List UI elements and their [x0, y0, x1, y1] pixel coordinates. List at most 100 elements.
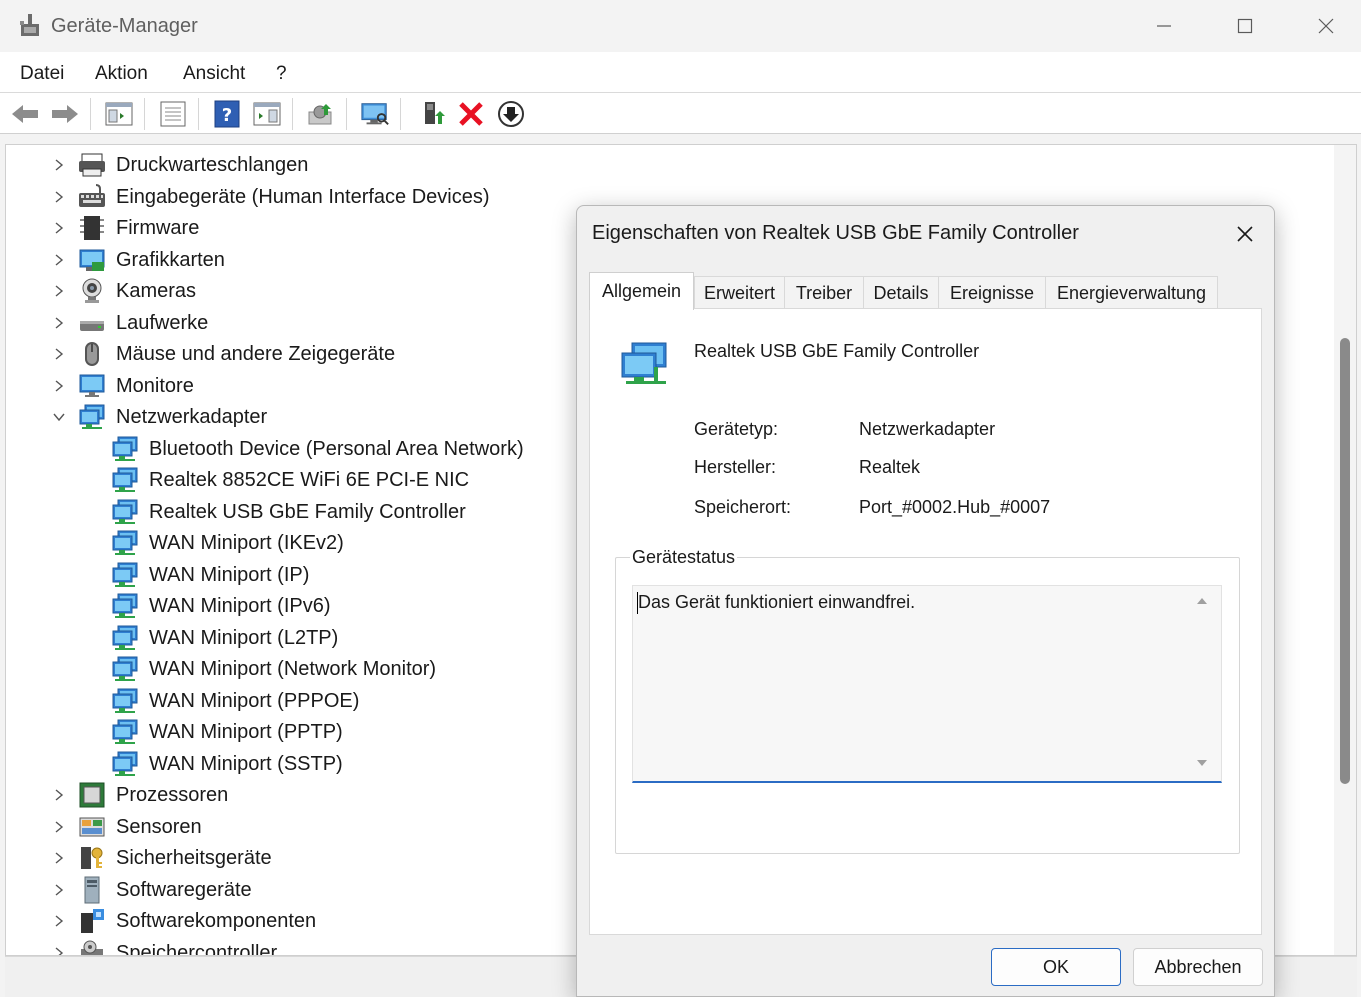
menu-ansicht[interactable]: Ansicht	[183, 63, 245, 85]
tree-item-label: Kameras	[116, 280, 197, 302]
forward-arrow-icon	[52, 105, 78, 123]
tree-scrollbar[interactable]	[1334, 145, 1356, 955]
tree-item-label: Bluetooth Device (Personal Area Network)	[149, 437, 524, 460]
scroll-down-arrow-icon[interactable]	[1195, 758, 1209, 768]
network-adapter-icon	[112, 593, 138, 618]
disable-device-button[interactable]	[496, 99, 526, 129]
tab-erweitert[interactable]: Erweitert	[694, 276, 785, 309]
chevron-right-icon[interactable]	[52, 347, 66, 361]
device-status-group: Gerätestatus Das Gerät funktioniert einw…	[615, 547, 1240, 854]
network-adapter-icon	[112, 719, 138, 744]
scrollbar-thumb[interactable]	[1340, 338, 1350, 784]
enable-device-button[interactable]	[418, 99, 448, 129]
chevron-right-icon[interactable]	[52, 914, 66, 928]
network-adapter-icon	[621, 342, 667, 384]
disable-device-icon	[498, 101, 524, 127]
tree-item-label: WAN Miniport (IP)	[149, 563, 310, 586]
toolbar-separator	[400, 98, 401, 130]
printer-icon	[79, 153, 105, 177]
network-adapter-icon	[112, 436, 138, 461]
tree-item-label: Eingabegeräte (Human Interface Devices)	[116, 185, 490, 208]
chevron-right-icon[interactable]	[52, 820, 66, 834]
tree-item-label: WAN Miniport (PPPOE)	[149, 689, 360, 712]
network-adapter-icon	[112, 530, 138, 555]
properties-dialog: Eigenschaften von Realtek USB GbE Family…	[576, 205, 1275, 997]
show-hide-tree-icon	[105, 102, 133, 126]
device-status-title: Gerätestatus	[630, 547, 738, 568]
processor-icon	[79, 782, 105, 808]
tree-item-label: Mäuse und andere Zeigegeräte	[116, 343, 396, 365]
minimize-icon	[1157, 25, 1171, 27]
tree-item-label: WAN Miniport (IKEv2)	[149, 532, 344, 554]
action-pane-button[interactable]	[252, 99, 282, 129]
network-icon	[79, 404, 105, 429]
tab-treiber[interactable]: Treiber	[784, 276, 864, 309]
chevron-right-icon[interactable]	[52, 883, 66, 897]
back-button[interactable]	[10, 99, 40, 129]
menu-datei[interactable]: Datei	[20, 63, 64, 85]
title-bar: Geräte-Manager	[0, 0, 1361, 52]
maximize-icon	[1237, 18, 1253, 34]
tree-item-label: Firmware	[116, 217, 200, 239]
chevron-right-icon[interactable]	[52, 946, 66, 957]
help-button[interactable]: ?	[212, 99, 242, 129]
menu-bar: Datei Aktion Ansicht ?	[0, 52, 1361, 93]
forward-button[interactable]	[50, 99, 80, 129]
tree-item-label: Prozessoren	[116, 784, 229, 806]
scan-hardware-button[interactable]	[360, 99, 390, 129]
help-icon: ?	[214, 100, 240, 128]
network-adapter-icon	[112, 562, 138, 587]
dialog-close-button[interactable]	[1231, 220, 1259, 248]
properties-button[interactable]	[158, 99, 188, 129]
location-value: Port_#0002.Hub_#0007	[859, 497, 1051, 517]
tree-item-label: Druckwarteschlangen	[116, 154, 309, 176]
network-adapter-icon	[112, 625, 138, 650]
show-hide-tree-button[interactable]	[104, 99, 134, 129]
chevron-right-icon[interactable]	[52, 190, 66, 204]
ok-button[interactable]: OK	[991, 948, 1121, 986]
device-status-textbox[interactable]: Das Gerät funktioniert einwandfrei.	[632, 585, 1222, 783]
chevron-right-icon[interactable]	[52, 851, 66, 865]
menu-aktion[interactable]: Aktion	[95, 63, 148, 85]
toolbar-separator	[90, 98, 91, 130]
chevron-right-icon[interactable]	[52, 284, 66, 298]
tree-item-label: Sicherheitsgeräte	[116, 847, 272, 869]
chevron-right-icon[interactable]	[52, 379, 66, 393]
tree-item-label: Netzwerkadapter	[116, 406, 268, 428]
window-title: Geräte-Manager	[51, 15, 198, 37]
tab-details[interactable]: Details	[863, 276, 939, 309]
svg-text:?: ?	[222, 105, 232, 126]
chevron-right-icon[interactable]	[52, 788, 66, 802]
tab-energieverwaltung[interactable]: Energieverwaltung	[1045, 276, 1218, 309]
keyboard-icon	[79, 183, 105, 207]
menu-help[interactable]: ?	[276, 63, 287, 85]
minimize-button[interactable]	[1147, 10, 1181, 42]
cancel-button[interactable]: Abbrechen	[1133, 948, 1263, 986]
scroll-up-arrow-icon[interactable]	[1195, 596, 1209, 606]
maximize-button[interactable]	[1228, 10, 1262, 42]
uninstall-device-icon	[459, 102, 483, 126]
manufacturer-value: Realtek	[859, 457, 921, 477]
tree-item-label: Realtek 8852CE WiFi 6E PCI-E NIC	[149, 469, 470, 491]
tree-item-label: Softwarekomponenten	[116, 910, 317, 932]
chevron-right-icon[interactable]	[52, 316, 66, 330]
chevron-right-icon[interactable]	[52, 158, 66, 172]
uninstall-device-button[interactable]	[456, 99, 486, 129]
tree-item-label: WAN Miniport (L2TP)	[149, 626, 339, 649]
sensor-icon	[79, 817, 105, 836]
mouse-icon	[85, 342, 99, 366]
close-button[interactable]	[1309, 10, 1343, 42]
toolbar-separator	[198, 98, 199, 130]
chevron-right-icon[interactable]	[52, 221, 66, 235]
camera-icon	[82, 278, 102, 303]
tab-ereignisse[interactable]: Ereignisse	[938, 276, 1046, 309]
back-arrow-icon	[12, 105, 38, 123]
chevron-down-icon[interactable]	[52, 410, 66, 424]
chevron-right-icon[interactable]	[52, 253, 66, 267]
properties-sheet-icon	[160, 101, 186, 127]
tab-allgemein[interactable]: Allgemein	[589, 272, 694, 310]
tree-category[interactable]: Druckwarteschlangen	[6, 150, 1326, 180]
action-pane-icon	[253, 102, 281, 126]
device-manager-icon	[20, 14, 39, 36]
update-driver-button[interactable]	[306, 99, 336, 129]
